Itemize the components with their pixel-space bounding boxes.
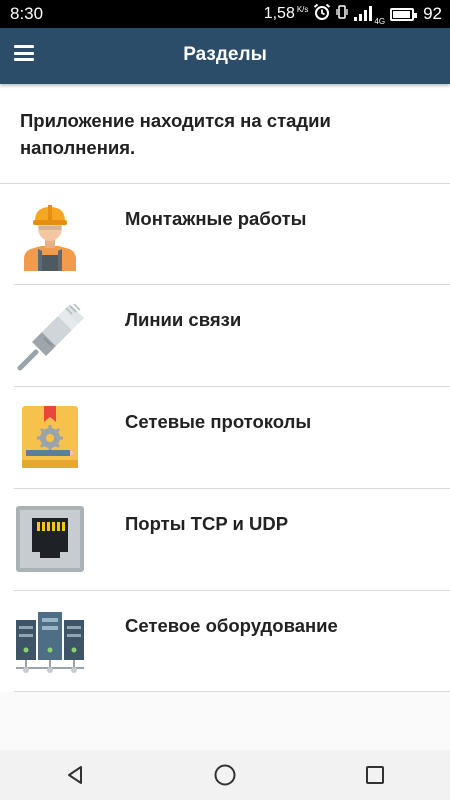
- ethernet-port-icon: [14, 502, 86, 576]
- section-label: Линии связи: [125, 309, 242, 330]
- network-type: 4G: [374, 16, 386, 26]
- network-speed-value: 1,58: [263, 5, 295, 22]
- network-speed: 1,58 K/s: [264, 5, 309, 23]
- section-item-communication-lines[interactable]: Линии связи: [0, 285, 450, 385]
- worker-icon: [14, 197, 86, 271]
- status-icons: 1,58 K/s 4G 92: [264, 3, 442, 26]
- network-speed-unit: K/s: [296, 5, 309, 14]
- intro-text: Приложение находится на стадии наполнени…: [20, 110, 331, 158]
- status-bar: 8:30 1,58 K/s 4G 92: [0, 0, 450, 28]
- home-icon[interactable]: [205, 755, 245, 795]
- page-title: Разделы: [183, 44, 267, 65]
- recent-apps-icon[interactable]: [355, 755, 395, 795]
- section-label: Сетевые протоколы: [125, 411, 312, 432]
- status-time: 8:30: [10, 4, 44, 23]
- signal-icon: [353, 6, 373, 22]
- section-item-tcp-udp-ports[interactable]: Порты TCP и UDP: [0, 489, 450, 589]
- back-icon[interactable]: [55, 755, 95, 795]
- empty-area: [0, 692, 450, 750]
- section-item-network-protocols[interactable]: Сетевые протоколы: [0, 387, 450, 487]
- section-item-network-equipment[interactable]: Сетевое оборудование: [0, 591, 450, 691]
- battery-fill: [393, 10, 410, 18]
- network-cable-icon: [14, 298, 86, 372]
- section-label: Монтажные работы: [125, 208, 307, 229]
- section-label: Сетевое оборудование: [125, 615, 338, 636]
- server-rack-icon: [14, 604, 86, 678]
- app-bar: Разделы: [0, 28, 450, 84]
- battery-icon: [390, 7, 418, 21]
- section-item-installation[interactable]: Монтажные работы: [0, 184, 450, 284]
- alarm-icon: [313, 3, 331, 26]
- vibrate-icon: [336, 4, 349, 25]
- section-label: Порты TCP и UDP: [125, 513, 289, 534]
- system-nav-bar: [0, 750, 450, 800]
- battery-percent: 92: [423, 4, 442, 23]
- protocol-book-icon: [14, 400, 86, 474]
